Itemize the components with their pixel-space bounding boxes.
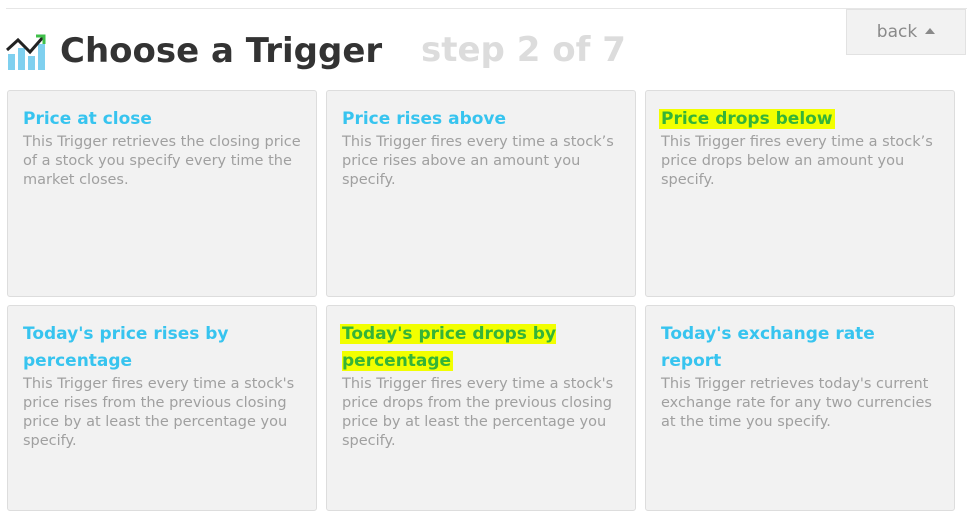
trigger-description: This Trigger retrieves the closing price… [23,134,301,188]
trigger-title: Price at close [23,109,152,129]
back-button[interactable]: back [846,9,966,55]
trigger-card-price-rises-above[interactable]: Price rises above This Trigger fires eve… [326,90,636,297]
trigger-title: Price drops below [659,109,835,129]
trigger-card-price-drops-below[interactable]: Price drops below This Trigger fires eve… [645,90,955,297]
page-title: Choose a Trigger [60,31,383,71]
top-divider [6,8,967,9]
trigger-card-price-at-close[interactable]: Price at close This Trigger retrieves th… [7,90,317,297]
step-indicator: step 2 of 7 [421,30,626,70]
trigger-title: Today's exchange rate report [661,324,875,371]
trigger-card-price-rises-by-percentage[interactable]: Today's price rises by percentage This T… [7,305,317,511]
trigger-card-exchange-rate-report[interactable]: Today's exchange rate report This Trigge… [645,305,955,511]
trigger-description: This Trigger fires every time a stock's … [23,376,295,449]
caret-up-icon [925,28,936,34]
stocks-chart-icon [6,34,46,70]
trigger-description: This Trigger fires every time a stock's … [342,376,614,449]
trigger-description: This Trigger retrieves today's current e… [661,376,932,430]
trigger-card-price-drops-by-percentage[interactable]: Today's price drops by percentage This T… [326,305,636,511]
page-header: Choose a Trigger [6,28,382,74]
trigger-title: Price rises above [342,109,507,129]
trigger-description: This Trigger fires every time a stock’s … [661,134,933,188]
trigger-title: Today's price drops by percentage [340,324,557,371]
trigger-description: This Trigger fires every time a stock’s … [342,134,614,188]
trigger-page: back Choose a Trigger step 2 of 7 Price … [0,0,973,524]
trigger-title: Today's price rises by percentage [23,324,229,371]
back-label: back [876,22,918,42]
